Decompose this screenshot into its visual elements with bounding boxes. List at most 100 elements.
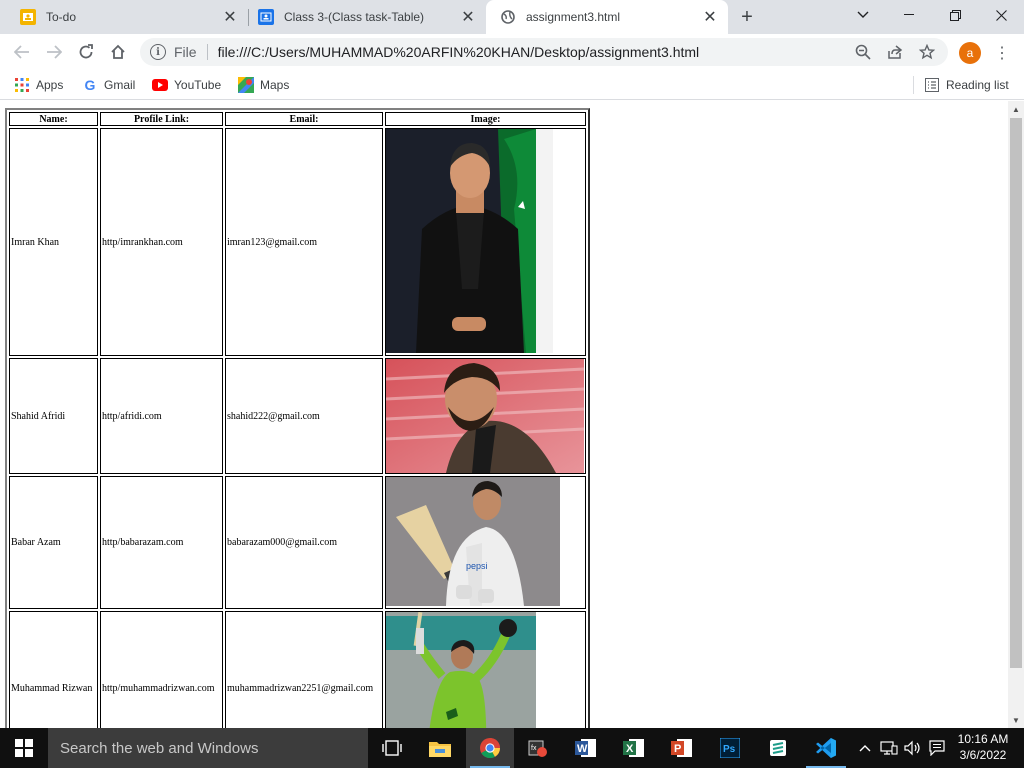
omnibox-divider [206,44,208,60]
table-row: Shahid Afridi http/afridi.com shahid222@… [9,358,586,474]
svg-text:P: P [674,743,681,755]
powerpoint-button[interactable]: P [658,728,706,768]
info-icon[interactable]: i [150,44,166,60]
sublime-app-button[interactable] [754,728,802,768]
svg-text:X: X [626,743,634,755]
data-table: Name: Profile Link: Email: Image: Imran … [5,108,590,728]
svg-text:W: W [577,743,588,755]
close-icon[interactable]: ✕ [220,7,240,27]
reading-list-icon [924,77,940,93]
restore-button[interactable] [932,0,978,30]
cell-email: muhammadrizwan2251@gmail.com [225,611,383,728]
header-profile-link: Profile Link: [100,112,223,126]
tab-todo[interactable]: To-do ✕ [0,0,248,34]
tab-class-task[interactable]: Class 3-(Class task-Table) ✕ [238,0,486,34]
header-image: Image: [385,112,586,126]
cell-profile-link: http/imrankhan.com [100,128,223,356]
bookmark-label: Maps [260,78,290,92]
media-app-button[interactable]: fx [514,728,562,768]
globe-icon [500,9,516,25]
bookmark-star-icon[interactable] [916,41,938,63]
photo-babar-azam: pepsi [386,477,560,606]
vertical-scrollbar[interactable]: ▲ ▼ [1008,101,1024,728]
cell-email: imran123@gmail.com [225,128,383,356]
photoshop-button[interactable]: Ps [706,728,754,768]
task-view-button[interactable] [368,728,416,768]
minimize-button[interactable] [886,0,932,30]
cell-image [385,358,586,474]
svg-text:Ps: Ps [723,744,736,755]
bookmark-gmail[interactable]: G Gmail [82,76,136,94]
cell-image: pepsi [385,476,586,609]
back-arrow-icon[interactable] [10,40,34,64]
clock-time: 10:16 AM [957,732,1009,746]
system-clock[interactable]: 10:16 AM 3/6/2022 [950,731,1016,763]
more-menu-icon[interactable]: ⋮ [994,42,1010,64]
action-center-icon[interactable] [926,728,948,768]
forward-arrow-icon[interactable] [42,40,66,64]
photo-imran-khan [386,129,553,353]
task-view-icon [382,740,402,756]
table-row: Imran Khan http/imrankhan.com imran123@g… [9,128,586,356]
chrome-taskbar-button[interactable] [466,728,514,768]
photo-shahid-afridi [386,359,584,473]
reading-list-button[interactable]: Reading list [924,76,1009,94]
cell-profile-link: http/muhammadrizwan.com [100,611,223,728]
excel-button[interactable]: X [610,728,658,768]
scroll-up-arrow-icon[interactable]: ▲ [1008,101,1024,117]
media-app-icon: fx [528,740,547,757]
youtube-icon [152,77,168,93]
word-button[interactable]: W [562,728,610,768]
bookmarks-divider [913,76,914,94]
chrome-icon [480,738,501,759]
powerpoint-icon: P [671,739,692,757]
home-icon[interactable] [106,40,130,64]
bookmark-apps[interactable]: Apps [14,76,63,94]
close-icon[interactable]: ✕ [700,7,720,27]
profile-avatar[interactable]: a [959,42,981,64]
page-viewport: Name: Profile Link: Email: Image: Imran … [0,101,1008,728]
volume-icon[interactable] [902,728,924,768]
vscode-button[interactable] [802,728,850,768]
close-window-button[interactable] [978,0,1024,30]
cell-name: Shahid Afridi [9,358,98,474]
browser-toolbar: i File file:///C:/Users/MUHAMMAD%20ARFIN… [0,34,1024,70]
apps-grid-icon [14,77,30,93]
reading-list-label: Reading list [946,78,1009,92]
tab-search-chevron-icon[interactable] [840,0,886,30]
scroll-down-arrow-icon[interactable]: ▼ [1008,712,1024,728]
word-icon: W [575,739,596,757]
url-text[interactable]: file:///C:/Users/MUHAMMAD%20ARFIN%20KHAN… [218,44,852,60]
clock-date: 3/6/2022 [959,748,1007,762]
cell-image [385,611,586,728]
zoom-out-icon[interactable] [852,41,874,63]
file-explorer-button[interactable] [416,728,464,768]
bookmark-youtube[interactable]: YouTube [152,76,221,94]
cell-name: Babar Azam [9,476,98,609]
svg-text:fx: fx [531,745,537,752]
bookmark-maps[interactable]: Maps [238,76,289,94]
taskbar-search-box[interactable]: Search the web and Windows [48,728,368,768]
cell-image [385,128,586,356]
table-header-row: Name: Profile Link: Email: Image: [9,112,586,126]
address-bar[interactable]: i File file:///C:/Users/MUHAMMAD%20ARFIN… [140,38,948,66]
header-email: Email: [225,112,383,126]
tab-assignment3[interactable]: assignment3.html ✕ [486,0,728,34]
bookmark-label: YouTube [174,78,222,92]
bookmarks-bar: Apps G Gmail YouTube Maps Reading list [0,70,1024,100]
svg-text:pepsi: pepsi [466,561,488,571]
tab-strip: To-do ✕ Class 3-(Class task-Table) ✕ ass… [0,0,1024,34]
show-hidden-icons-chevron-icon[interactable] [856,728,874,768]
cell-email: shahid222@gmail.com [225,358,383,474]
start-button[interactable] [0,728,48,768]
new-tab-button[interactable]: + [736,6,758,28]
scrollbar-thumb[interactable] [1010,118,1022,668]
network-icon[interactable] [878,728,900,768]
reload-icon[interactable] [74,40,98,64]
folder-icon [429,742,451,757]
share-icon[interactable] [884,41,906,63]
scheme-label: File [174,44,197,60]
excel-icon: X [623,739,644,757]
windows-taskbar: Search the web and Windows fx W X P Ps 1… [0,728,1024,768]
close-icon[interactable]: ✕ [458,7,478,27]
